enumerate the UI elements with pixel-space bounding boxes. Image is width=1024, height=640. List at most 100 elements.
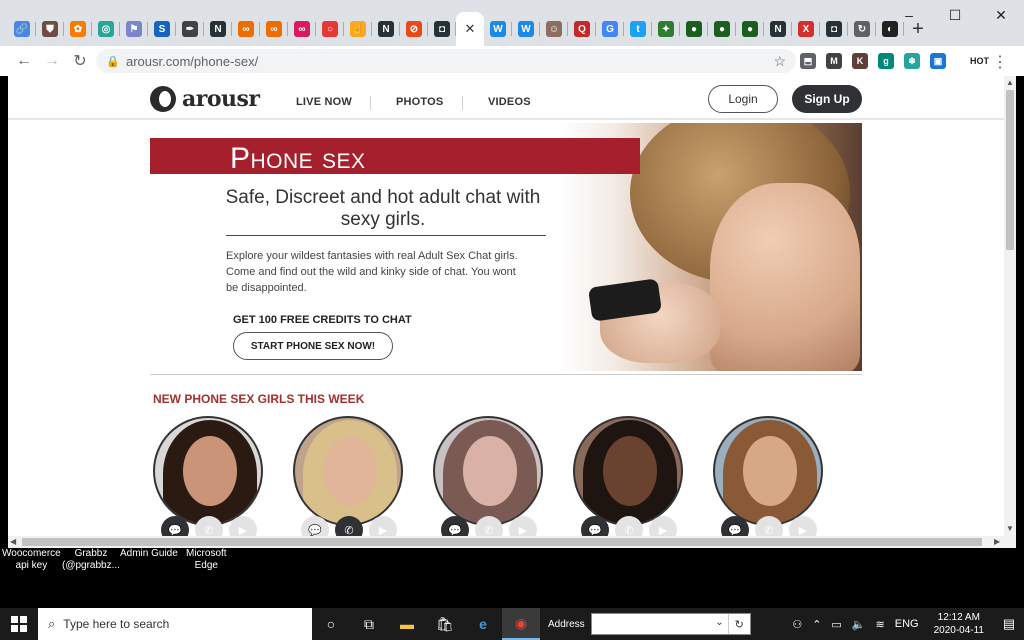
avatar[interactable] [713,416,823,526]
desktop-shortcut[interactable]: Grabbz (@pgrabbz... [62,548,120,572]
video-icon[interactable]: ▶ [229,516,257,536]
site-logo[interactable]: arousr [150,86,260,112]
browser-tab[interactable]: W [484,12,512,46]
browser-tab[interactable]: S [148,12,176,46]
avatar[interactable] [433,416,543,526]
browser-tab[interactable]: ✿ [64,12,92,46]
chat-icon[interactable]: 💬 [301,516,329,536]
video-icon[interactable]: ▶ [369,516,397,536]
avatar[interactable] [293,416,403,526]
browser-tab[interactable]: ↻ [848,12,876,46]
chevron-down-icon[interactable]: ⌄ [715,617,723,628]
scroll-right-icon[interactable]: ▶ [994,537,1000,546]
start-button[interactable] [0,608,38,640]
forward-button[interactable]: → [38,47,66,75]
horizontal-scroll-thumb[interactable] [22,538,982,546]
language-indicator[interactable]: ENG [890,618,924,630]
avatar[interactable] [573,416,683,526]
reload-button[interactable]: ↻ [66,47,94,75]
bookmark-star-icon[interactable]: ☆ [773,53,786,70]
minimize-button[interactable]: – [886,0,932,30]
back-button[interactable]: ← [10,47,38,75]
chat-icon[interactable]: 💬 [721,516,749,536]
browser-tab[interactable]: N [764,12,792,46]
start-phone-sex-button[interactable]: START PHONE SEX NOW! [233,332,393,360]
phone-icon[interactable]: ✆ [755,516,783,536]
phone-icon[interactable]: ✆ [195,516,223,536]
store-icon[interactable]: 🛍 [426,608,464,640]
video-icon[interactable]: ▶ [789,516,817,536]
file-explorer-icon[interactable]: ▬ [388,608,426,640]
girl-card[interactable]: 💬 ✆ ▶ [153,416,263,536]
browser-tab[interactable]: ◘ [820,12,848,46]
scroll-up-icon[interactable]: ▲ [1006,78,1014,87]
close-icon[interactable]: ✕ [465,21,476,37]
browser-tab[interactable]: t [624,12,652,46]
notification-icon[interactable]: ▤ [994,616,1024,632]
clock[interactable]: 12:12 AM 2020-04-11 [924,611,994,637]
task-view-icon[interactable]: ⧉ [350,608,388,640]
video-icon[interactable]: ▶ [649,516,677,536]
phone-icon[interactable]: ✆ [475,516,503,536]
k-icon[interactable]: K [852,53,868,69]
phone-icon[interactable]: ✆ [615,516,643,536]
browser-tab[interactable]: ☺ [540,12,568,46]
vertical-scroll-thumb[interactable] [1006,90,1014,250]
snowflake-icon[interactable]: ❄ [904,53,920,69]
browser-tab[interactable]: N [204,12,232,46]
m-icon[interactable]: M [826,53,842,69]
browser-tab[interactable]: ∞ [232,12,260,46]
card-icon[interactable]: ▣ [930,53,946,69]
girl-card[interactable]: 💬 ✆ ▶ [293,416,403,536]
browser-tab[interactable]: G [596,12,624,46]
address-toolbar-input[interactable]: ⌄ ↻ [590,613,751,635]
desktop-shortcut[interactable]: Woocomerce api key [2,548,61,572]
girl-card[interactable]: 💬 ✆ ▶ [573,416,683,536]
vertical-scrollbar[interactable]: ▲ ▼ [1004,76,1016,536]
browser-tab[interactable]: ◘ [428,12,456,46]
browser-tab[interactable]: ✦ [652,12,680,46]
browser-tab[interactable]: ⚑ [120,12,148,46]
browser-tab[interactable]: ☝ [344,12,372,46]
browser-tab[interactable]: ◎ [92,12,120,46]
go-refresh-icon[interactable]: ↻ [727,614,750,634]
browser-tab[interactable]: ● [736,12,764,46]
browser-tab[interactable]: ✒ [176,12,204,46]
login-button[interactable]: Login [708,85,778,113]
chrome-taskbar-icon[interactable]: ◉ [502,608,540,640]
volume-icon[interactable]: 🔈 [847,618,871,631]
chat-icon[interactable]: 💬 [441,516,469,536]
browser-tab[interactable]: ⊘ [400,12,428,46]
edge-icon[interactable]: e [464,608,502,640]
battery-icon[interactable]: ▭ [826,618,846,631]
nav-live-now[interactable]: LIVE NOW [296,96,352,108]
signup-button[interactable]: Sign Up [792,85,862,113]
browser-tab[interactable]: X [792,12,820,46]
puzzle-icon[interactable]: ⬒ [800,53,816,69]
browser-tab[interactable]: ✕ [456,12,484,46]
nav-videos[interactable]: VIDEOS [488,96,531,108]
address-bar[interactable]: 🔒 arousr.com/phone-sex/ ☆ [96,49,796,73]
close-window-button[interactable]: ✕ [978,0,1024,30]
browser-menu-button[interactable]: ⋮ [992,52,1008,72]
phone-icon[interactable]: ✆ [335,516,363,536]
browser-tab[interactable]: N [372,12,400,46]
avatar[interactable] [153,416,263,526]
browser-tab[interactable]: ∞ [260,12,288,46]
chat-icon[interactable]: 💬 [581,516,609,536]
browser-tab[interactable]: W [512,12,540,46]
browser-tab[interactable]: ● [708,12,736,46]
chat-icon[interactable]: 💬 [161,516,189,536]
horizontal-scrollbar[interactable]: ◀ ▶ [8,536,1016,548]
scroll-down-icon[interactable]: ▼ [1006,524,1014,533]
wifi-icon[interactable]: ≋ [871,618,890,631]
profile-extension-label[interactable]: HOT [970,56,989,66]
browser-tab[interactable]: Q [568,12,596,46]
people-icon[interactable]: ⚇ [787,618,807,631]
browser-tab[interactable]: ∞ [288,12,316,46]
girl-card[interactable]: 💬 ✆ ▶ [433,416,543,536]
desktop-shortcut[interactable]: Admin Guide [120,548,178,560]
g-icon[interactable]: g [878,53,894,69]
nav-photos[interactable]: PHOTOS [396,96,443,108]
browser-tab[interactable]: 🔗 [8,12,36,46]
